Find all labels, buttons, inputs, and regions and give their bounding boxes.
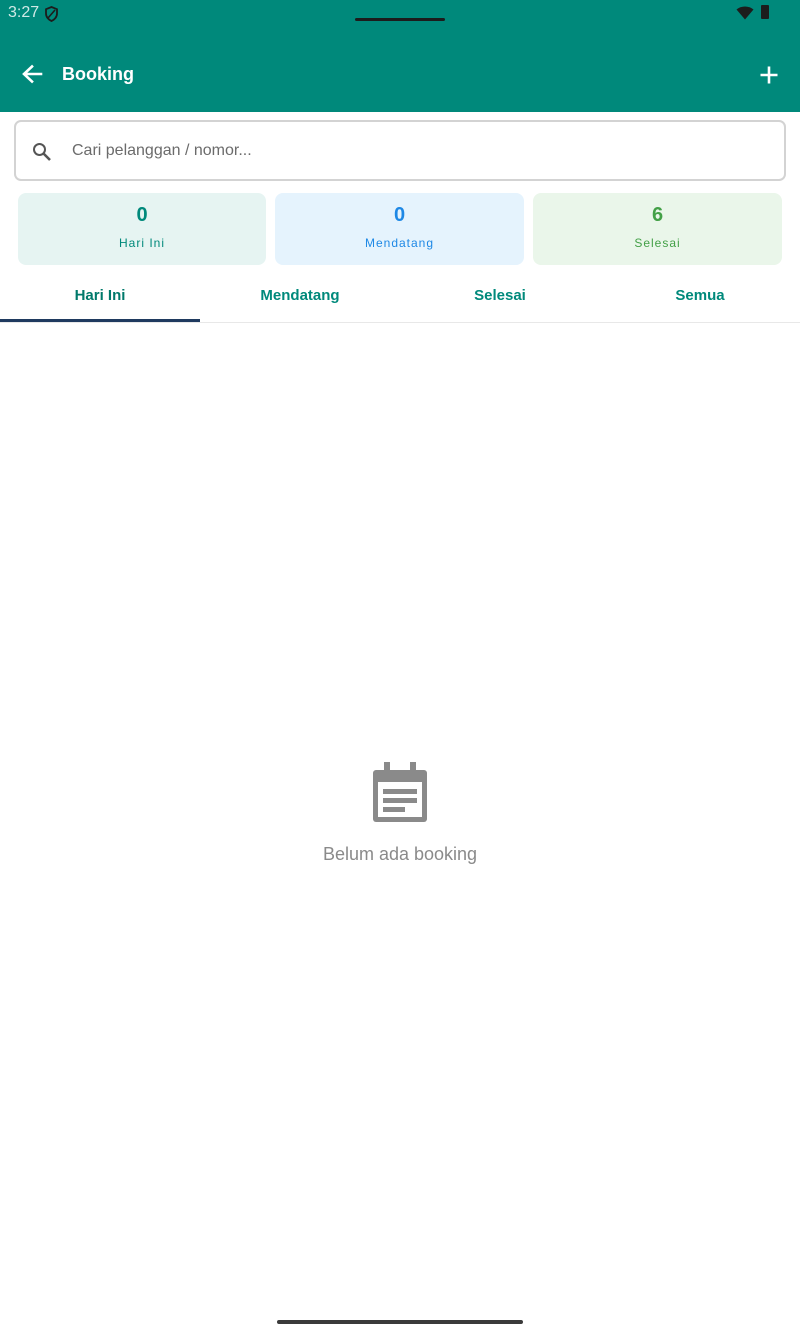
stat-value: 6 [651,204,664,226]
battery-icon [761,5,769,19]
tab-bar: Hari Ini Mendatang Selesai Semua [0,268,800,323]
tab-semua[interactable]: Semua [600,268,800,322]
status-bar: 3:27 [0,0,800,40]
stat-label: Mendatang [364,236,435,250]
stat-label: Selesai [634,236,681,250]
stat-value: 0 [393,204,406,226]
app-bar: Booking [0,40,800,112]
stat-label: Hari Ini [118,236,165,250]
add-booking-button[interactable] [752,60,786,94]
camera-notch [355,18,445,21]
search-input[interactable] [70,132,770,170]
back-button[interactable] [16,60,48,92]
shield-icon [44,6,59,22]
tab-indicator [0,319,200,322]
tab-selesai[interactable]: Selesai [400,268,600,322]
home-indicator[interactable] [277,1320,523,1324]
wifi-icon [736,6,754,20]
empty-state-message: Belum ada booking [322,844,478,864]
search-bar [14,120,786,181]
stat-card-upcoming[interactable]: 0 Mendatang [275,193,524,265]
tab-mendatang[interactable]: Mendatang [200,268,400,322]
arrow-back-icon [21,64,43,89]
page-title: Booking [62,64,134,84]
calendar-note-icon [370,762,430,824]
stat-card-today[interactable]: 0 Hari Ini [18,193,266,265]
search-icon [32,142,52,162]
status-time: 3:27 [8,4,40,21]
stat-card-done[interactable]: 6 Selesai [533,193,782,265]
add-icon [759,65,779,90]
tab-hari-ini[interactable]: Hari Ini [0,268,200,322]
stat-value: 0 [136,204,148,226]
